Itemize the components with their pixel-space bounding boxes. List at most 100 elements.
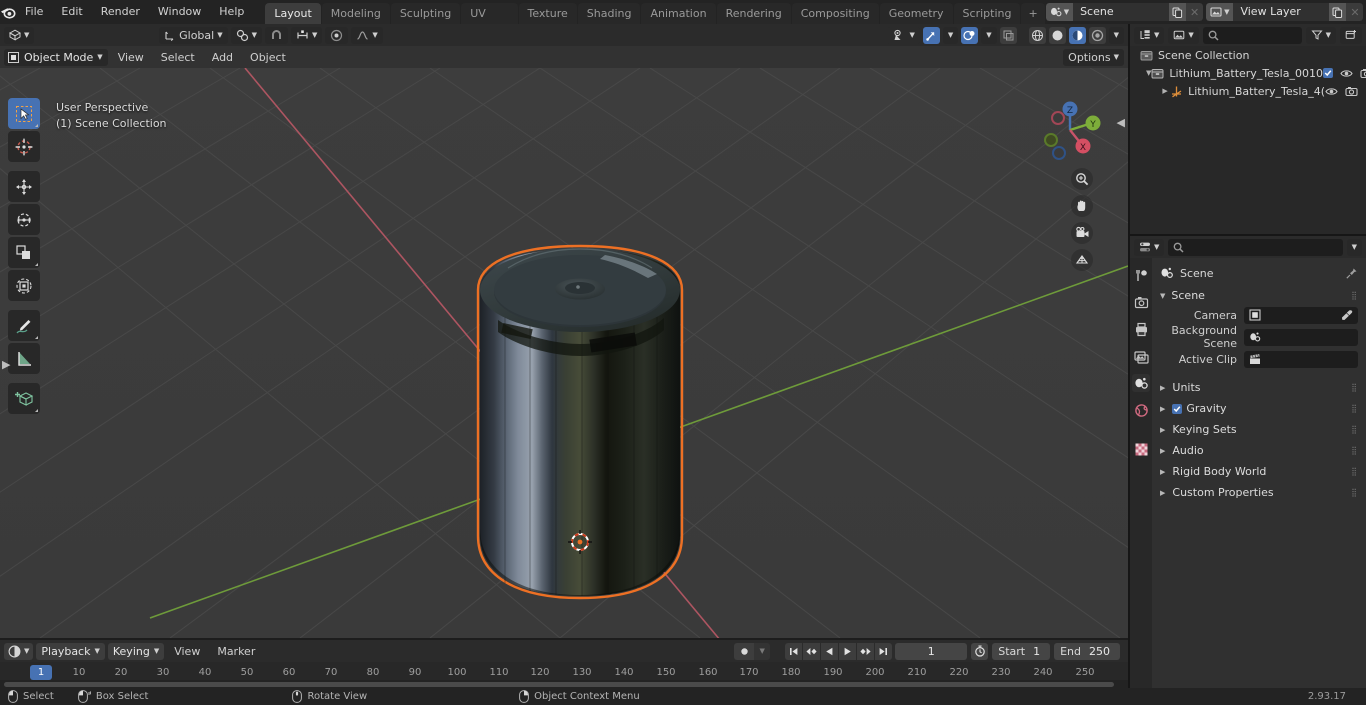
overlays-toggle[interactable] — [961, 26, 979, 44]
unlink-scene-button[interactable]: ✕ — [1186, 3, 1204, 21]
camera-icon[interactable] — [1071, 222, 1093, 244]
collection-checkbox[interactable] — [1322, 68, 1333, 78]
measure-tool-button[interactable] — [8, 343, 40, 374]
auto-keying-dropdown[interactable]: ▼ — [754, 642, 771, 660]
properties-section-gravity[interactable]: ▶ Gravity ⣿ — [1152, 398, 1366, 419]
new-scene-button[interactable] — [1169, 3, 1187, 21]
disclosure-triangle-icon[interactable]: ▶ — [1160, 405, 1165, 413]
visibility-dropdown[interactable]: ▼ — [887, 26, 920, 44]
timeline-horizontal-scrollbar[interactable] — [0, 680, 1128, 688]
outliner-search-input[interactable] — [1202, 26, 1302, 44]
viewport-menu-add[interactable]: Add — [205, 49, 240, 66]
camera-field[interactable] — [1244, 306, 1358, 324]
properties-tab-tool[interactable] — [1132, 266, 1150, 284]
viewport-canvas[interactable]: User Perspective (1) Scene Collection Z … — [0, 68, 1128, 638]
timeline-menu-view[interactable]: View — [167, 643, 207, 660]
snap-toggle[interactable] — [265, 26, 288, 44]
menu-window[interactable]: Window — [149, 3, 210, 21]
properties-tab-output[interactable] — [1132, 320, 1150, 338]
cursor-tool-button[interactable] — [8, 131, 40, 162]
tweak-tool-button[interactable] — [8, 98, 40, 129]
disclosure-triangle-icon[interactable]: ▶ — [1160, 489, 1165, 497]
view-layer-selector[interactable]: ▼ View Layer ✕ — [1206, 3, 1364, 21]
add-cube-tool-button[interactable] — [8, 383, 40, 414]
properties-search-input[interactable] — [1168, 238, 1343, 256]
use-preview-range-toggle[interactable] — [971, 642, 989, 660]
menu-file[interactable]: File — [16, 3, 52, 21]
add-workspace-button[interactable]: + — [1021, 3, 1045, 24]
workspace-tab-scripting[interactable]: Scripting — [953, 3, 1021, 24]
timeline-editor[interactable]: ▼ Playback ▼ Keying ▼ View Marker ▼ 1 St… — [0, 640, 1128, 688]
timeline-playhead[interactable]: 1 — [30, 665, 52, 680]
pan-hand-icon[interactable] — [1071, 195, 1093, 217]
shading-material-preview-button[interactable] — [1068, 26, 1086, 44]
render-visibility-camera-icon[interactable] — [1360, 68, 1366, 79]
properties-section-units[interactable]: ▶ Units ⣿ — [1152, 377, 1366, 398]
outliner-filter-id-dropdown[interactable]: ▼ — [1168, 26, 1199, 44]
disclosure-triangle-icon[interactable]: ▶ — [1160, 426, 1165, 434]
overlays-dropdown[interactable]: ▼ — [981, 26, 997, 44]
scrollbar-thumb[interactable] — [4, 682, 1114, 687]
outliner-editor[interactable]: ▼ ▼ ▼ Scene Collection ▼ Lithium_Battery… — [1130, 24, 1366, 234]
jump-to-start-button[interactable] — [785, 642, 803, 660]
proportional-falloff-dropdown[interactable]: ▼ — [351, 26, 383, 44]
eyedropper-icon[interactable] — [1341, 309, 1353, 321]
active-clip-field[interactable] — [1244, 350, 1358, 368]
workspace-tab-uv-editing[interactable]: UV Editing — [461, 3, 518, 41]
workspace-tab-modeling[interactable]: Modeling — [321, 3, 390, 24]
workspace-tab-geometry-nodes[interactable]: Geometry Nodes — [879, 3, 953, 41]
3d-viewport[interactable]: ▼ Global ▼ ▼ ▼ ▼ ▼ ▼ ▼ ▼ Object Mode ▼ V… — [0, 24, 1128, 638]
jump-to-next-keyframe-button[interactable] — [857, 642, 875, 660]
outliner-row-scene-collection[interactable]: Scene Collection — [1130, 46, 1366, 64]
auto-keying-toggle[interactable] — [734, 642, 755, 660]
workspace-tab-layout[interactable]: Layout — [265, 3, 321, 24]
gizmo-toggle[interactable] — [922, 26, 940, 44]
scene-icon[interactable]: ▼ — [1045, 3, 1074, 21]
outliner-row-collection-lithium-battery[interactable]: ▼ Lithium_Battery_Tesla_0010 — [1130, 64, 1366, 82]
disclosure-triangle-icon[interactable]: ▶ — [1160, 384, 1165, 392]
view-layer-name[interactable]: View Layer — [1233, 3, 1330, 21]
xray-toggle[interactable] — [999, 26, 1017, 44]
properties-tab-scene[interactable] — [1132, 374, 1150, 392]
play-button[interactable] — [839, 642, 857, 660]
properties-tab-texture[interactable] — [1132, 440, 1150, 458]
workspace-tab-texture-paint[interactable]: Texture Paint — [518, 3, 577, 41]
properties-section-audio[interactable]: ▶ Audio ⣿ — [1152, 440, 1366, 461]
properties-tab-world[interactable] — [1132, 401, 1150, 419]
workspace-tab-rendering[interactable]: Rendering — [716, 3, 791, 24]
menu-edit[interactable]: Edit — [52, 3, 91, 21]
shading-dropdown[interactable]: ▼ — [1108, 26, 1124, 44]
zoom-icon[interactable] — [1071, 168, 1093, 190]
menu-render[interactable]: Render — [92, 3, 149, 21]
workspace-tab-sculpting[interactable]: Sculpting — [390, 3, 461, 24]
pin-icon[interactable] — [1345, 267, 1358, 280]
menu-help[interactable]: Help — [210, 3, 253, 21]
start-frame-field[interactable]: Start 1 — [992, 642, 1051, 660]
outliner-editor-type-icon[interactable]: ▼ — [1134, 26, 1165, 44]
shading-wireframe-button[interactable] — [1028, 26, 1046, 44]
blender-logo-icon[interactable] — [0, 0, 16, 24]
scene-name[interactable]: Scene — [1073, 3, 1170, 21]
snap-pivot-dropdown[interactable]: ▼ — [230, 26, 262, 44]
timeline-keying-dropdown[interactable]: Keying ▼ — [107, 642, 165, 660]
properties-tab-render[interactable] — [1132, 293, 1150, 311]
disclosure-triangle-icon[interactable]: ▶ — [1160, 87, 1170, 95]
transform-orientation-dropdown[interactable]: Global ▼ — [159, 26, 228, 44]
current-frame-field[interactable]: 1 — [895, 642, 968, 660]
properties-tab-view-layer[interactable] — [1132, 347, 1150, 365]
interaction-mode-dropdown[interactable]: Object Mode ▼ — [4, 48, 108, 66]
shading-rendered-button[interactable] — [1088, 26, 1106, 44]
properties-editor[interactable]: ▼ ▼ Scene ▼ Scene ⣿ Camera Background Sc… — [1130, 236, 1366, 688]
disclosure-triangle-icon[interactable]: ▶ — [1160, 447, 1165, 455]
editor-type-3dview-icon[interactable]: ▼ — [4, 26, 35, 44]
new-view-layer-button[interactable] — [1329, 3, 1347, 21]
outliner-filter-dropdown[interactable]: ▼ — [1305, 26, 1336, 44]
properties-section-rigid-body-world[interactable]: ▶ Rigid Body World ⣿ — [1152, 461, 1366, 482]
gravity-checkbox[interactable] — [1172, 403, 1183, 414]
properties-section-keying-sets[interactable]: ▶ Keying Sets ⣿ — [1152, 419, 1366, 440]
proportional-edit-toggle[interactable] — [325, 26, 349, 44]
workspace-tab-shading[interactable]: Shading — [577, 3, 641, 24]
move-tool-button[interactable] — [8, 171, 40, 202]
timeline-menu-marker[interactable]: Marker — [210, 643, 262, 660]
options-dropdown[interactable]: Options ▼ — [1063, 48, 1124, 66]
